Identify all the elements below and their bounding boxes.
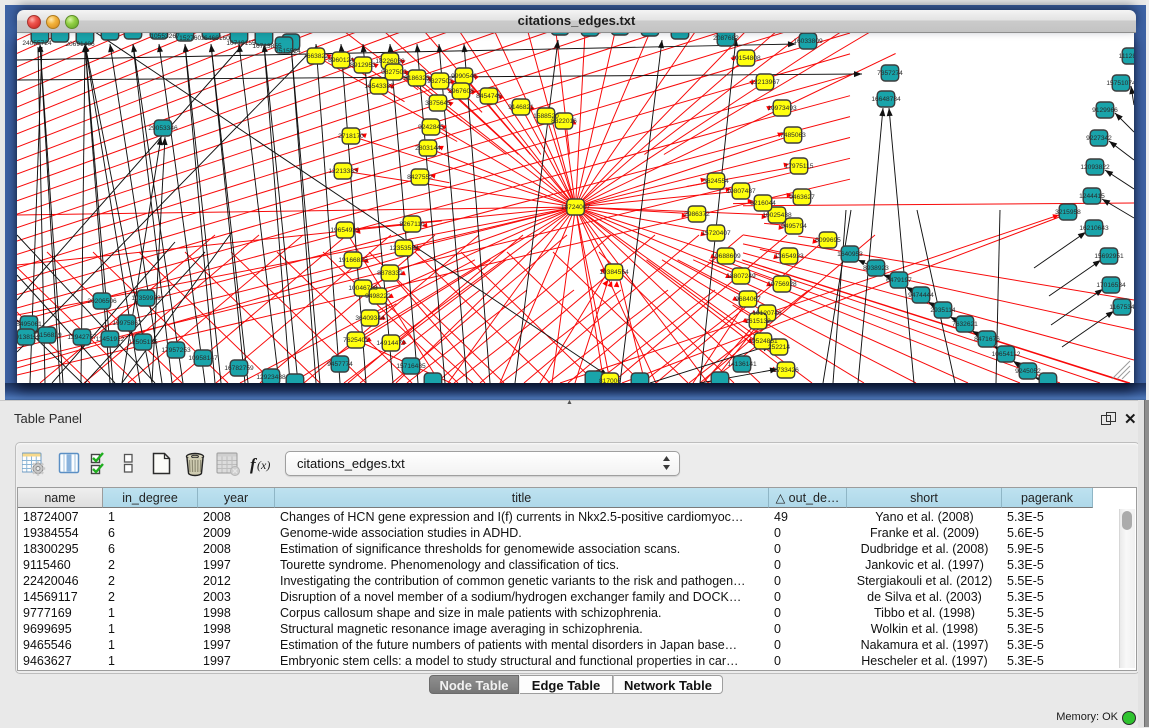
svg-text:7663822: 7663822: [303, 53, 329, 60]
svg-text:10654112: 10654112: [992, 351, 1021, 358]
svg-text:2718170: 2718170: [338, 133, 364, 140]
svg-text:17016534: 17016534: [1096, 282, 1126, 289]
svg-text:8471676: 8471676: [974, 336, 1000, 343]
svg-text:10046788: 10046788: [348, 285, 378, 292]
svg-text:9495794: 9495794: [781, 223, 807, 230]
svg-text:6216044: 6216044: [750, 200, 776, 207]
svg-text:8322016: 8322016: [551, 118, 577, 125]
svg-text:252214: 252214: [768, 344, 790, 351]
svg-text:10973493: 10973493: [767, 105, 797, 112]
svg-text:18226058: 18226058: [375, 58, 405, 65]
svg-text:1733426: 1733426: [773, 367, 799, 374]
svg-text:10553267: 10553267: [150, 33, 180, 40]
svg-text:9463627: 9463627: [789, 194, 815, 201]
svg-text:9242845: 9242845: [418, 124, 444, 131]
svg-text:36409344: 36409344: [355, 315, 385, 322]
svg-text:2967608: 2967608: [448, 88, 474, 95]
svg-text:12923488: 12923488: [256, 374, 286, 381]
svg-text:817006: 817006: [599, 378, 621, 383]
svg-text:7625402: 7625402: [343, 337, 369, 344]
svg-text:1244415: 1244415: [1079, 193, 1105, 200]
svg-text:16648784: 16648784: [871, 96, 901, 103]
svg-text:15716485: 15716485: [396, 363, 426, 370]
svg-text:1527602: 1527602: [179, 35, 205, 42]
svg-text:12156829: 12156829: [32, 332, 62, 339]
svg-text:3875645: 3875645: [425, 100, 451, 107]
svg-text:9146821: 9146821: [508, 104, 534, 111]
svg-text:20691406: 20691406: [65, 41, 95, 48]
svg-text:8878332: 8878332: [377, 270, 403, 277]
svg-text:10807487: 10807487: [726, 188, 756, 195]
svg-text:14914479: 14914479: [376, 340, 406, 347]
svg-text:10688609: 10688609: [711, 253, 741, 260]
svg-text:15692951: 15692951: [1094, 253, 1124, 260]
svg-text:17975115: 17975115: [785, 163, 814, 170]
svg-text:12093822: 12093822: [1080, 164, 1110, 171]
svg-text:9498222: 9498222: [365, 293, 391, 300]
svg-text:24055724: 24055724: [22, 40, 52, 47]
svg-text:3624554: 3624554: [703, 178, 729, 185]
svg-text:10120746: 10120746: [752, 310, 782, 317]
svg-text:16210643: 16210643: [1079, 225, 1109, 232]
svg-text:20206506: 20206506: [87, 298, 117, 305]
svg-text:9474444: 9474444: [908, 292, 934, 299]
svg-text:14136141: 14136141: [727, 361, 757, 368]
svg-text:7485063: 7485063: [780, 132, 806, 139]
svg-text:12213967: 12213967: [750, 79, 780, 86]
svg-text:7357274: 7357274: [877, 70, 903, 77]
svg-text:18807249: 18807249: [726, 273, 756, 280]
svg-text:7515524: 7515524: [275, 48, 301, 55]
svg-text:2986372: 2986372: [684, 211, 710, 218]
svg-text:2935114: 2935114: [930, 307, 956, 314]
svg-text:9990546: 9990546: [451, 73, 477, 80]
svg-text:9684067: 9684067: [735, 296, 761, 303]
svg-text:16782759: 16782759: [224, 365, 254, 372]
svg-text:19975867: 19975867: [112, 320, 142, 327]
svg-text:1615132: 1615132: [745, 318, 771, 325]
svg-text:8495061: 8495061: [17, 321, 42, 328]
svg-text:1112845: 1112845: [1119, 53, 1134, 60]
svg-text:12353584: 12353584: [389, 245, 419, 252]
svg-text:10154808: 10154808: [731, 55, 761, 62]
svg-text:9245052: 9245052: [1015, 368, 1041, 375]
svg-text:(x): (x): [257, 458, 270, 472]
svg-text:7632621: 7632621: [952, 321, 978, 328]
svg-text:8938923: 8938923: [863, 265, 889, 272]
svg-text:16033809: 16033809: [793, 38, 823, 45]
svg-text:3215958: 3215958: [1055, 209, 1081, 216]
svg-text:8267110: 8267110: [399, 221, 425, 228]
svg-text:12942757: 12942757: [67, 334, 97, 341]
svg-text:6479197: 6479197: [886, 277, 912, 284]
svg-text:19166825: 19166825: [338, 257, 368, 264]
svg-text:15751074: 15751074: [1106, 80, 1134, 87]
svg-text:8454749: 8454749: [476, 93, 502, 100]
svg-text:9457774: 9457774: [327, 361, 353, 368]
svg-text:19384554: 19384554: [599, 269, 629, 276]
svg-text:12213383: 12213383: [328, 168, 358, 175]
svg-text:10025438: 10025438: [762, 212, 792, 219]
svg-text:1640953: 1640953: [837, 251, 863, 258]
svg-text:2803144: 2803144: [415, 145, 441, 152]
svg-text:9227342: 9227342: [1086, 135, 1112, 142]
svg-text:1167534: 1167534: [1109, 304, 1134, 311]
svg-text:18724007: 18724007: [561, 204, 591, 211]
svg-text:13654923: 13654923: [774, 253, 804, 260]
svg-text:29053346: 29053346: [148, 125, 178, 132]
svg-text:6099695: 6099695: [815, 237, 841, 244]
svg-text:8427552: 8427552: [407, 174, 433, 181]
svg-text:9327502: 9327502: [427, 78, 453, 85]
svg-text:10756928: 10756928: [767, 281, 797, 288]
svg-text:10958147: 10958147: [188, 355, 218, 362]
svg-text:9129966: 9129966: [1092, 107, 1118, 114]
svg-text:17957253: 17957253: [161, 347, 191, 354]
svg-text:19654933: 19654933: [330, 227, 360, 234]
svg-text:16543382: 16543382: [364, 83, 394, 90]
svg-text:11451912: 11451912: [96, 336, 125, 343]
svg-text:17359939: 17359939: [131, 295, 161, 302]
svg-text:12505135: 12505135: [128, 339, 158, 346]
svg-text:2087682: 2087682: [713, 35, 739, 42]
svg-text:8912953: 8912953: [350, 62, 376, 69]
svg-text:15720407: 15720407: [701, 230, 731, 237]
